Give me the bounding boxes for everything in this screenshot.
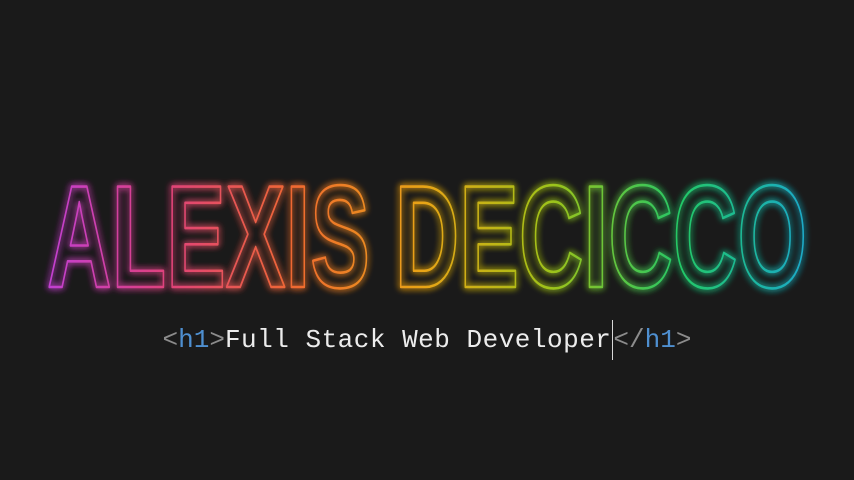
close-tag-gt: >	[675, 325, 692, 355]
close-tag-name: h1	[644, 325, 676, 355]
neon-name-graphic: ALEXIS DECICCO	[46, 154, 809, 310]
open-tag-name: h1	[178, 325, 210, 355]
open-tag-gt: >	[209, 325, 225, 355]
hero-name-container: ALEXIS DECICCO	[0, 140, 854, 310]
role-text: Full Stack Web Developer	[224, 325, 612, 355]
close-tag-lt: </	[613, 325, 645, 355]
hero-page: ALEXIS DECICCO <h1>Full Stack Web Develo…	[0, 0, 854, 480]
role-tagline: <h1>Full Stack Web Developer</h1>	[0, 320, 854, 361]
hero-name: ALEXIS DECICCO	[47, 155, 807, 310]
open-tag-lt: <	[162, 325, 179, 355]
